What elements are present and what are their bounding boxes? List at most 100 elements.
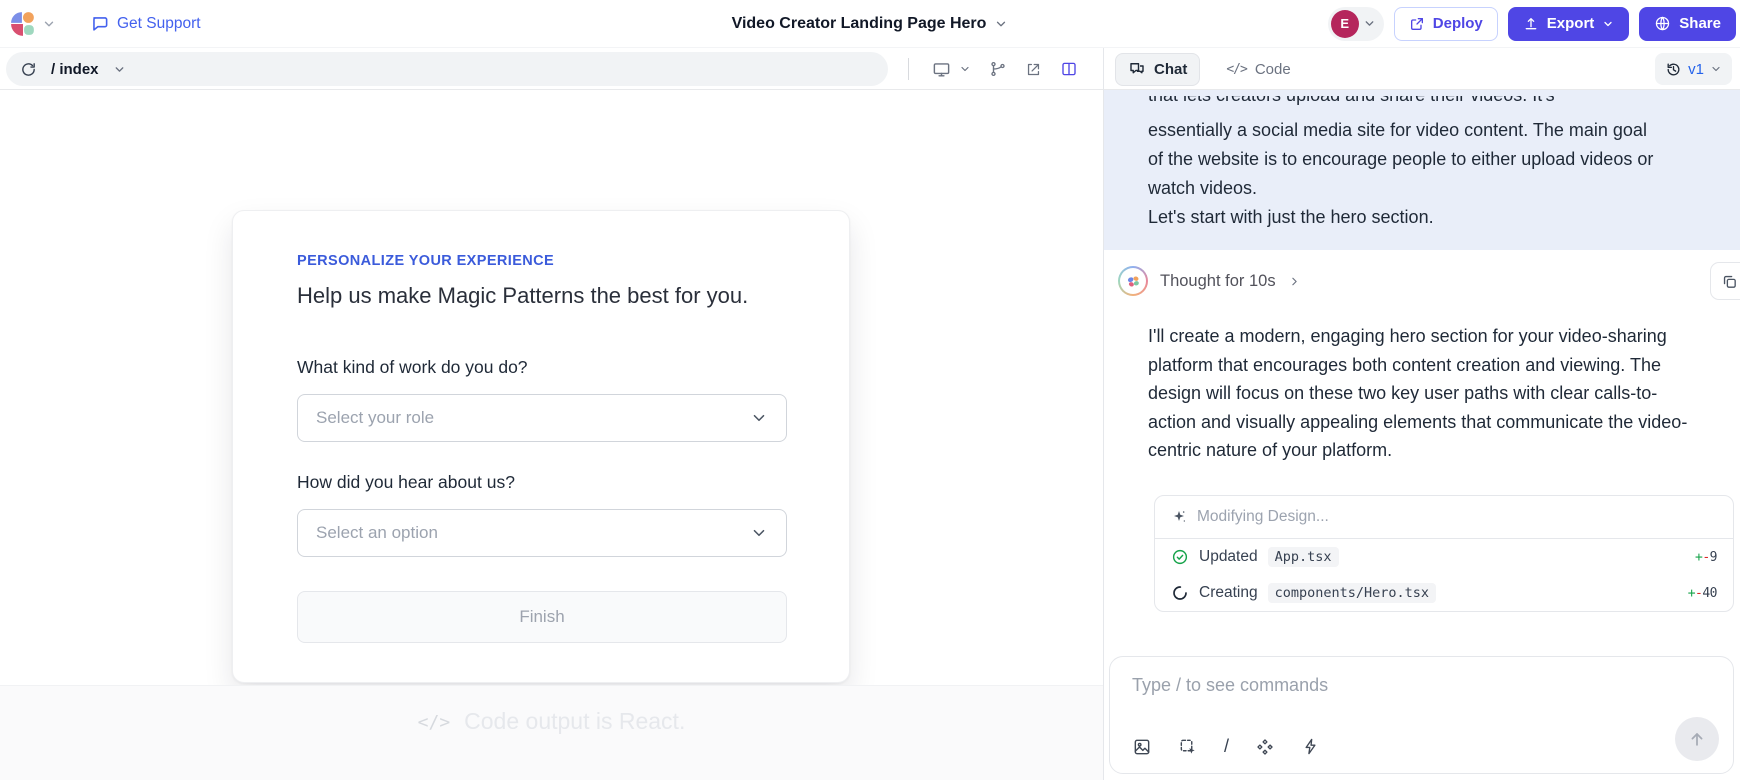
code-icon: </>	[418, 708, 451, 733]
arrow-up-icon	[1687, 729, 1707, 749]
top-header: Get Support Video Creator Landing Page H…	[0, 0, 1740, 48]
progress-status: Updated	[1199, 548, 1258, 566]
sub-toolbar: / index	[0, 48, 1740, 90]
diff-stats: +-40	[1688, 586, 1717, 601]
chevron-down-icon	[1602, 18, 1614, 30]
modal-title: Help us make Magic Patterns the best for…	[297, 283, 748, 309]
progress-status: Creating	[1199, 584, 1258, 602]
generation-progress-card: Modifying Design... Updated App.tsx +-9 …	[1154, 495, 1734, 612]
get-support-link[interactable]: Get Support	[90, 14, 201, 33]
chat-bubbles-icon	[1128, 60, 1146, 78]
chevron-down-icon	[750, 409, 768, 427]
external-link-icon	[1409, 16, 1425, 32]
lightning-bolt-icon[interactable]	[1301, 737, 1320, 756]
role-select-value: Select your role	[316, 408, 434, 428]
code-output-note: Code output is React.	[464, 708, 685, 735]
get-support-label: Get Support	[117, 15, 201, 33]
route-path: / index	[51, 61, 99, 78]
export-label: Export	[1547, 15, 1595, 32]
copy-message-button[interactable]	[1710, 262, 1740, 300]
finish-label: Finish	[519, 607, 564, 627]
thought-toggle[interactable]: Thought for 10s	[1160, 272, 1276, 291]
send-button[interactable]	[1675, 717, 1719, 761]
export-button[interactable]: Export	[1508, 7, 1630, 41]
version-selector[interactable]: v1	[1655, 53, 1732, 85]
chevron-down-icon	[750, 524, 768, 542]
copy-icon	[1721, 273, 1738, 290]
chevron-down-icon	[959, 63, 971, 75]
toolbar-divider	[908, 58, 909, 80]
viewport-size-control[interactable]	[932, 60, 971, 79]
referral-question-label: How did you hear about us?	[297, 472, 515, 493]
preview-toolbar: / index	[0, 48, 1103, 90]
personalize-modal: PERSONALIZE YOUR EXPERIENCE Help us make…	[232, 210, 850, 683]
role-question-label: What kind of work do you do?	[297, 357, 528, 378]
deploy-label: Deploy	[1433, 15, 1483, 32]
chevron-right-icon[interactable]	[1288, 275, 1301, 288]
canvas-footer: </> Code output is React.	[0, 685, 1103, 780]
progress-row[interactable]: Updated App.tsx +-9	[1155, 539, 1733, 575]
project-title-menu[interactable]: Video Creator Landing Page Hero	[732, 15, 1009, 33]
referral-select[interactable]: Select an option	[297, 509, 787, 557]
diamond-cluster-icon[interactable]	[1255, 737, 1275, 757]
monitor-icon	[932, 60, 951, 79]
chat-panel: that lets creators upload and share thei…	[1104, 90, 1740, 780]
preview-canvas: PERSONALIZE YOUR EXPERIENCE Help us make…	[0, 90, 1103, 685]
magic-patterns-logo	[10, 11, 36, 37]
progress-row[interactable]: Creating components/Hero.tsx +-40	[1155, 575, 1733, 611]
user-message-clipped-line: that lets creators upload and share thei…	[1148, 96, 1555, 110]
chevron-down-icon	[42, 17, 56, 31]
deploy-button[interactable]: Deploy	[1394, 7, 1498, 41]
progress-card-title: Modifying Design...	[1197, 508, 1329, 526]
marquee-select-icon[interactable]	[1178, 737, 1198, 757]
thought-row: Thought for 10s	[1118, 262, 1740, 300]
history-icon	[1665, 61, 1682, 78]
split-view-icon[interactable]	[1060, 60, 1078, 78]
code-icon: </>	[1226, 62, 1246, 77]
workspace-menu[interactable]	[10, 11, 56, 37]
slash-command-icon[interactable]: /	[1224, 736, 1229, 757]
speech-bubble-icon	[90, 14, 109, 33]
chevron-down-icon	[994, 17, 1008, 31]
component-tree-icon[interactable]	[989, 60, 1007, 78]
user-message-body: essentially a social media site for vide…	[1148, 116, 1663, 203]
globe-icon	[1654, 15, 1671, 32]
chat-composer: /	[1109, 656, 1734, 774]
check-circle-icon	[1171, 548, 1189, 566]
magic-patterns-app: Get Support Video Creator Landing Page H…	[0, 0, 1740, 780]
page-title: Video Creator Landing Page Hero	[732, 15, 987, 33]
chevron-down-icon	[1363, 17, 1376, 30]
panel-tab-bar: Chat </> Code v1	[1103, 48, 1740, 90]
assistant-avatar	[1118, 266, 1148, 296]
version-label: v1	[1688, 61, 1704, 78]
tab-chat-label: Chat	[1154, 61, 1187, 78]
chevron-down-icon	[113, 63, 126, 76]
role-select[interactable]: Select your role	[297, 394, 787, 442]
share-label: Share	[1679, 15, 1721, 32]
upload-icon	[1523, 16, 1539, 32]
share-button[interactable]: Share	[1639, 7, 1736, 41]
image-icon[interactable]	[1132, 737, 1152, 757]
account-menu[interactable]: E	[1328, 7, 1384, 41]
chat-input[interactable]	[1132, 675, 1692, 696]
avatar: E	[1331, 10, 1359, 38]
diff-stats: +-9	[1695, 550, 1717, 565]
user-message: that lets creators upload and share thei…	[1104, 90, 1740, 250]
refresh-icon[interactable]	[20, 61, 37, 78]
magic-patterns-pinwheel-icon	[1125, 273, 1142, 290]
chevron-down-icon	[1710, 63, 1722, 75]
file-chip: App.tsx	[1268, 547, 1339, 567]
route-selector[interactable]: / index	[6, 52, 888, 86]
finish-button[interactable]: Finish	[297, 591, 787, 643]
assistant-message: I'll create a modern, engaging hero sect…	[1148, 322, 1700, 465]
spinner-icon	[1171, 584, 1189, 602]
file-chip: components/Hero.tsx	[1268, 583, 1436, 603]
tab-chat[interactable]: Chat	[1115, 53, 1200, 86]
referral-select-value: Select an option	[316, 523, 438, 543]
sparkle-icon	[1171, 509, 1187, 525]
modal-eyebrow: PERSONALIZE YOUR EXPERIENCE	[297, 253, 554, 269]
tab-code[interactable]: </> Code	[1226, 61, 1290, 78]
tab-code-label: Code	[1255, 61, 1291, 78]
open-in-new-icon[interactable]	[1025, 61, 1042, 78]
user-message-body-line2: Let's start with just the hero section.	[1148, 203, 1663, 232]
